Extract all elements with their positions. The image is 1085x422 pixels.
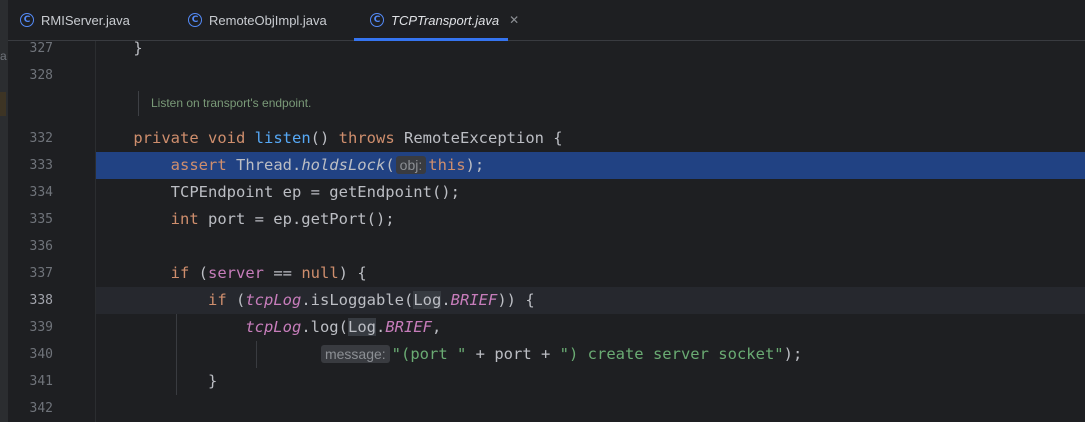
tab-remoteobjimpl[interactable]: C RemoteObjImpl.java <box>172 0 354 40</box>
code-line-339[interactable]: tcpLog.log(Log.BRIEF, <box>96 314 1085 341</box>
line-number: 327 <box>29 41 53 56</box>
line-number: 335 <box>29 212 53 227</box>
parameter-hint: message: <box>320 345 390 363</box>
close-icon[interactable]: ✕ <box>509 13 519 27</box>
tab-label: RemoteObjImpl.java <box>209 12 327 28</box>
line-number: 337 <box>29 266 53 281</box>
code-line-338[interactable]: if (tcpLog.isLoggable(Log.BRIEF)) { <box>96 287 1085 314</box>
code-line-332[interactable]: private void listen() throws RemoteExcep… <box>96 125 1085 152</box>
line-number: 336 <box>29 239 53 254</box>
code-line-341[interactable]: } <box>96 368 1085 395</box>
line-number: 334 <box>29 185 53 200</box>
line-number: 332 <box>29 131 53 146</box>
class-c-icon: C <box>370 13 384 27</box>
line-number: 341 <box>29 374 53 389</box>
class-c-icon: C <box>20 13 34 27</box>
code-line-340[interactable]: message: "(port " + port + ") create serv… <box>96 341 1085 368</box>
left-strip-marker <box>0 92 6 116</box>
tab-label: TCPTransport.java <box>391 12 500 28</box>
class-c-icon: C <box>188 13 202 27</box>
tab-label: RMIServer.java <box>41 12 130 28</box>
tab-tcptransport[interactable]: C TCPTransport.java ✕ <box>354 0 519 41</box>
line-number-gutter: 327 328 332 333 334 335 336 337 338 339 … <box>8 41 96 422</box>
line-number: 342 <box>29 401 53 416</box>
code-line-327[interactable]: } <box>96 35 1085 62</box>
left-strip-char: a <box>0 49 7 63</box>
code-line-335[interactable]: int port = ep.getPort(); <box>96 206 1085 233</box>
line-number: 333 <box>29 158 53 173</box>
line-number: 340 <box>29 347 53 362</box>
code-line-334[interactable]: TCPEndpoint ep = getEndpoint(); <box>96 179 1085 206</box>
tab-rmiserver[interactable]: C RMIServer.java <box>8 0 172 40</box>
line-number: 339 <box>29 320 53 335</box>
code-editor[interactable]: 327 328 332 333 334 335 336 337 338 339 … <box>8 39 1085 422</box>
code-line-333[interactable]: assert Thread.holdsLock(obj: this); <box>96 152 1085 179</box>
line-number: 338 <box>29 293 53 308</box>
parameter-hint: obj: <box>395 156 427 174</box>
doc-comment: Listen on transport's endpoint. <box>138 91 311 116</box>
line-number: 328 <box>29 68 53 83</box>
code-line-337[interactable]: if (server == null) { <box>96 260 1085 287</box>
